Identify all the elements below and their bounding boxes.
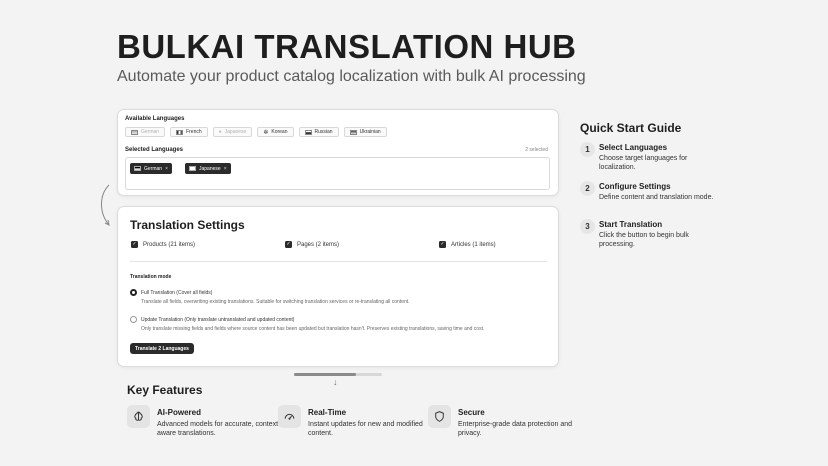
hero-title: BULKAI TRANSLATION HUB — [117, 28, 577, 65]
translation-mode-label: Translation mode — [130, 274, 172, 280]
flag-icon — [304, 129, 312, 135]
radio-label: Update Translation (Only translate untra… — [141, 316, 295, 323]
available-languages-list: German French ● Japanese ✲ Korean Russia… — [125, 127, 387, 137]
selected-tag-german[interactable]: German × — [130, 163, 172, 174]
language-chip-label: Russian — [314, 129, 333, 135]
selected-count: 2 selected — [525, 147, 548, 153]
language-chip-ukrainian[interactable]: Ukrainian — [343, 127, 387, 137]
selected-languages-label: Selected Languages — [125, 147, 184, 153]
checkbox-label: Products (21 items) — [143, 241, 196, 248]
step-heading: Configure Settings — [599, 182, 671, 191]
step-description: Define content and translation mode. — [599, 194, 714, 201]
remove-icon[interactable]: × — [165, 166, 168, 172]
language-chip-japanese[interactable]: ● Japanese — [212, 127, 253, 137]
selected-tag-label: German — [144, 165, 163, 172]
checkbox-checked-icon[interactable]: ✓ — [285, 241, 292, 248]
step-number-badge: 1 — [580, 142, 595, 157]
flag-icon: ✲ — [263, 129, 269, 136]
checkbox-label: Articles (1 items) — [451, 241, 496, 248]
selected-languages-box[interactable]: German × Japanese × — [125, 157, 550, 190]
feature-heading: Secure — [458, 408, 485, 417]
language-chip-label: French — [186, 129, 202, 135]
checkbox-label: Pages (2 items) — [297, 241, 340, 248]
checkbox-checked-icon[interactable]: ✓ — [439, 241, 446, 248]
language-chip-french[interactable]: French — [170, 127, 208, 137]
remove-icon[interactable]: × — [224, 166, 227, 172]
language-chip-german[interactable]: German — [125, 127, 166, 137]
radio-full-translation[interactable]: Full Translation (Cover all fields) — [130, 289, 212, 296]
scroll-indicator[interactable] — [294, 373, 382, 376]
shield-icon — [428, 405, 451, 428]
checkbox-checked-icon[interactable]: ✓ — [131, 241, 138, 248]
radio-selected-icon[interactable] — [130, 289, 137, 296]
selected-tag-label: Japanese — [199, 165, 221, 172]
radio-description: Translate all fields, overwriting existi… — [141, 299, 410, 305]
flag-icon — [134, 166, 141, 171]
hero-subtitle: Automate your product catalog localizati… — [117, 68, 586, 85]
available-languages-label: Available Languages — [125, 116, 185, 122]
flag-icon — [189, 166, 196, 171]
translation-settings-card: Translation Settings ✓ Products (21 item… — [117, 206, 559, 367]
translate-button[interactable]: Translate 2 Languages — [130, 343, 194, 354]
flag-icon — [131, 129, 138, 135]
scroll-thumb[interactable] — [294, 373, 356, 376]
language-chip-label: Korean — [271, 129, 288, 135]
arrow-down-icon: ↓ — [333, 377, 338, 387]
step-number-badge: 2 — [580, 181, 595, 196]
step-description: Click the button to begin bulk processin… — [599, 232, 689, 248]
feature-description: Advanced models for accurate, context-aw… — [157, 421, 281, 437]
step-description: Choose target languages for localization… — [599, 155, 688, 171]
radio-description: Only translate missing fields and fields… — [141, 326, 485, 332]
flag-icon: ● — [218, 129, 222, 135]
feature-description: Enterprise-grade data protection and pri… — [458, 421, 573, 437]
radio-unselected-icon[interactable] — [130, 316, 137, 323]
gauge-icon — [278, 405, 301, 428]
brain-icon — [127, 405, 150, 428]
checkbox-pages[interactable]: ✓ Pages (2 items) — [285, 241, 339, 248]
selected-tag-japanese[interactable]: Japanese × — [185, 163, 231, 174]
language-chip-label: Japanese — [224, 129, 247, 135]
key-features-title: Key Features — [127, 383, 203, 397]
checkbox-articles[interactable]: ✓ Articles (1 items) — [439, 241, 496, 248]
connector-arrow-icon — [101, 184, 110, 226]
checkbox-products[interactable]: ✓ Products (21 items) — [131, 241, 195, 248]
flag-icon — [176, 129, 184, 135]
step-heading: Select Languages — [599, 143, 668, 152]
feature-heading: AI-Powered — [157, 408, 202, 417]
radio-label: Full Translation (Cover all fields) — [141, 289, 213, 296]
radio-update-translation[interactable]: Update Translation (Only translate untra… — [130, 316, 294, 323]
flag-icon — [349, 129, 357, 135]
feature-heading: Real-Time — [308, 408, 347, 417]
step-number-badge: 3 — [580, 219, 595, 234]
settings-title: Translation Settings — [130, 218, 245, 232]
feature-description: Instant updates for new and modified con… — [308, 421, 423, 437]
language-chip-korean[interactable]: ✲ Korean — [257, 127, 294, 137]
divider — [130, 261, 547, 262]
language-chip-russian[interactable]: Russian — [298, 127, 339, 137]
quick-start-title: Quick Start Guide — [580, 121, 682, 135]
language-chip-label: German — [141, 129, 160, 135]
language-chip-label: Ukrainian — [359, 129, 381, 135]
step-heading: Start Translation — [599, 220, 663, 229]
languages-card: Available Languages German French ● Japa… — [117, 109, 559, 196]
